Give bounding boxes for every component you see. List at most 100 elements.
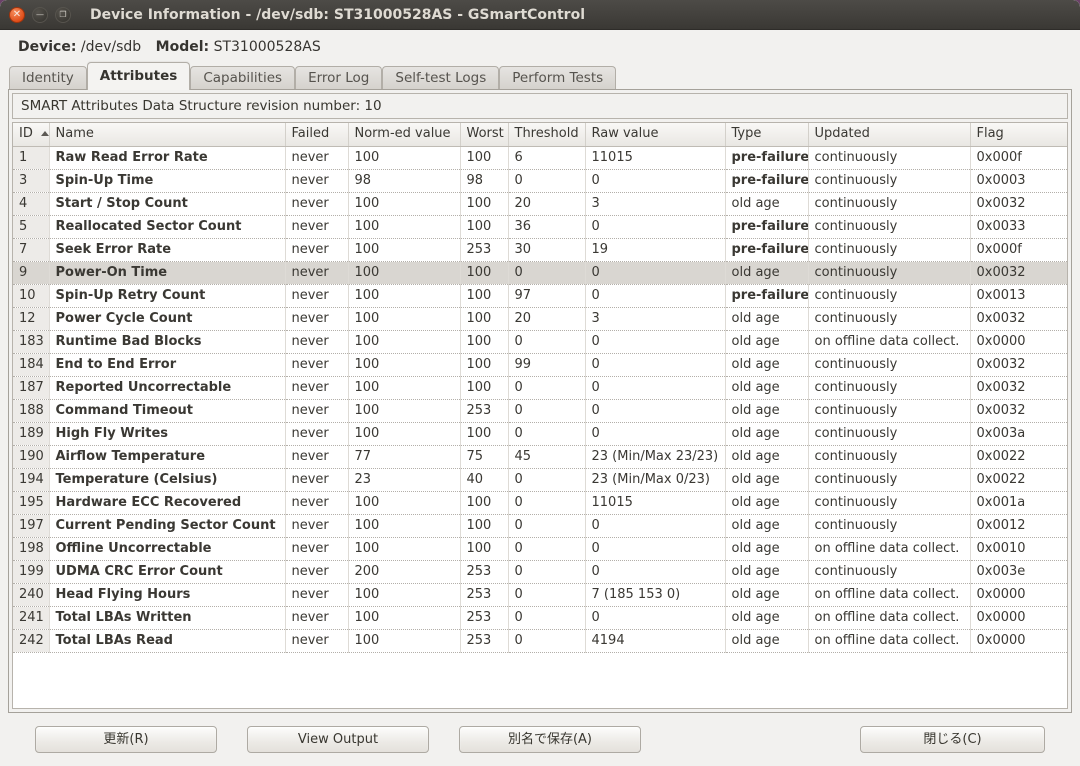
cell-failed: never [285,330,348,353]
save-as-button[interactable]: 別名で保存(A) [459,726,641,753]
cell-normed-value: 100 [348,284,460,307]
column-header-id[interactable]: ID [13,123,49,146]
table-row[interactable]: 197Current Pending Sector Countnever1001… [13,514,1067,537]
table-row[interactable]: 190Airflow Temperaturenever77754523 (Min… [13,445,1067,468]
cell-updated: continuously [808,353,970,376]
cell-threshold: 0 [508,560,585,583]
column-header-updated[interactable]: Updated [808,123,970,146]
smart-revision-info: SMART Attributes Data Structure revision… [12,93,1068,119]
table-row[interactable]: 183Runtime Bad Blocksnever10010000old ag… [13,330,1067,353]
table-row[interactable]: 194Temperature (Celsius)never2340023 (Mi… [13,468,1067,491]
cell-id: 183 [13,330,49,353]
table-row[interactable]: 241Total LBAs Writtennever10025300old ag… [13,606,1067,629]
cell-flag: 0x0013 [970,284,1067,307]
cell-threshold: 0 [508,606,585,629]
cell-id: 184 [13,353,49,376]
cell-name: Offline Uncorrectable [49,537,285,560]
cell-flag: 0x0000 [970,629,1067,652]
table-row[interactable]: 187Reported Uncorrectablenever10010000ol… [13,376,1067,399]
table-row[interactable]: 199UDMA CRC Error Countnever20025300old … [13,560,1067,583]
cell-type: old age [725,422,808,445]
cell-name: Spin-Up Time [49,169,285,192]
table-row[interactable]: 12Power Cycle Countnever100100203old age… [13,307,1067,330]
cell-flag: 0x0022 [970,468,1067,491]
tab-bar: Identity Attributes Capabilities Error L… [0,62,1080,90]
column-header-name[interactable]: Name [49,123,285,146]
cell-id: 187 [13,376,49,399]
tab-error-log[interactable]: Error Log [295,66,382,90]
cell-raw-value: 11015 [585,146,725,169]
cell-worst: 253 [460,238,508,261]
cell-name: Reported Uncorrectable [49,376,285,399]
cell-name: Total LBAs Written [49,606,285,629]
cell-name: High Fly Writes [49,422,285,445]
cell-worst: 100 [460,514,508,537]
table-row[interactable]: 195Hardware ECC Recoverednever1001000110… [13,491,1067,514]
table-row[interactable]: 3Spin-Up Timenever989800pre-failureconti… [13,169,1067,192]
close-icon: ✕ [13,10,21,20]
cell-id: 197 [13,514,49,537]
cell-normed-value: 23 [348,468,460,491]
cell-name: Temperature (Celsius) [49,468,285,491]
column-header-flag[interactable]: Flag [970,123,1067,146]
column-header-normed-value[interactable]: Norm-ed value [348,123,460,146]
cell-normed-value: 100 [348,353,460,376]
table-row[interactable]: 188Command Timeoutnever10025300old ageco… [13,399,1067,422]
close-button[interactable]: 閉じる(C) [860,726,1045,753]
cell-flag: 0x0032 [970,353,1067,376]
cell-type: old age [725,583,808,606]
column-header-raw-value[interactable]: Raw value [585,123,725,146]
cell-worst: 253 [460,583,508,606]
cell-flag: 0x003a [970,422,1067,445]
refresh-button[interactable]: 更新(R) [35,726,217,753]
tab-self-test-logs[interactable]: Self-test Logs [382,66,499,90]
cell-failed: never [285,399,348,422]
cell-worst: 253 [460,606,508,629]
cell-name: Command Timeout [49,399,285,422]
cell-type: old age [725,560,808,583]
tab-capabilities[interactable]: Capabilities [190,66,295,90]
tab-perform-tests[interactable]: Perform Tests [499,66,616,90]
cell-id: 12 [13,307,49,330]
tab-attributes[interactable]: Attributes [87,62,191,90]
cell-normed-value: 77 [348,445,460,468]
table-row[interactable]: 9Power-On Timenever10010000old agecontin… [13,261,1067,284]
table-row[interactable]: 240Head Flying Hoursnever10025307 (185 1… [13,583,1067,606]
table-row[interactable]: 184End to End Errornever100100990old age… [13,353,1067,376]
tab-identity[interactable]: Identity [9,66,87,90]
cell-raw-value: 0 [585,284,725,307]
cell-failed: never [285,606,348,629]
cell-id: 240 [13,583,49,606]
cell-type: old age [725,491,808,514]
table-row[interactable]: 198Offline Uncorrectablenever10010000old… [13,537,1067,560]
table-row[interactable]: 189High Fly Writesnever10010000old ageco… [13,422,1067,445]
cell-raw-value: 23 (Min/Max 23/23) [585,445,725,468]
table-row[interactable]: 242Total LBAs Readnever10025304194old ag… [13,629,1067,652]
minimize-icon: — [36,11,44,19]
window-close-button[interactable]: ✕ [9,7,25,23]
cell-name: Airflow Temperature [49,445,285,468]
cell-id: 198 [13,537,49,560]
cell-raw-value: 0 [585,560,725,583]
cell-normed-value: 100 [348,307,460,330]
table-row[interactable]: 1Raw Read Error Ratenever100100611015pre… [13,146,1067,169]
cell-updated: continuously [808,376,970,399]
model-value: ST31000528AS [214,39,321,55]
column-header-worst[interactable]: Worst [460,123,508,146]
cell-id: 241 [13,606,49,629]
cell-updated: continuously [808,422,970,445]
window-maximize-button[interactable]: ❐ [55,7,71,23]
column-header-type[interactable]: Type [725,123,808,146]
window-minimize-button[interactable]: — [32,7,48,23]
column-header-threshold[interactable]: Threshold [508,123,585,146]
table-row[interactable]: 7Seek Error Ratenever1002533019pre-failu… [13,238,1067,261]
cell-threshold: 0 [508,514,585,537]
column-header-failed[interactable]: Failed [285,123,348,146]
table-row[interactable]: 10Spin-Up Retry Countnever100100970pre-f… [13,284,1067,307]
table-row[interactable]: 5Reallocated Sector Countnever100100360p… [13,215,1067,238]
cell-updated: continuously [808,514,970,537]
cell-normed-value: 100 [348,215,460,238]
view-output-button[interactable]: View Output [247,726,429,753]
cell-type: old age [725,514,808,537]
table-row[interactable]: 4Start / Stop Countnever100100203old age… [13,192,1067,215]
